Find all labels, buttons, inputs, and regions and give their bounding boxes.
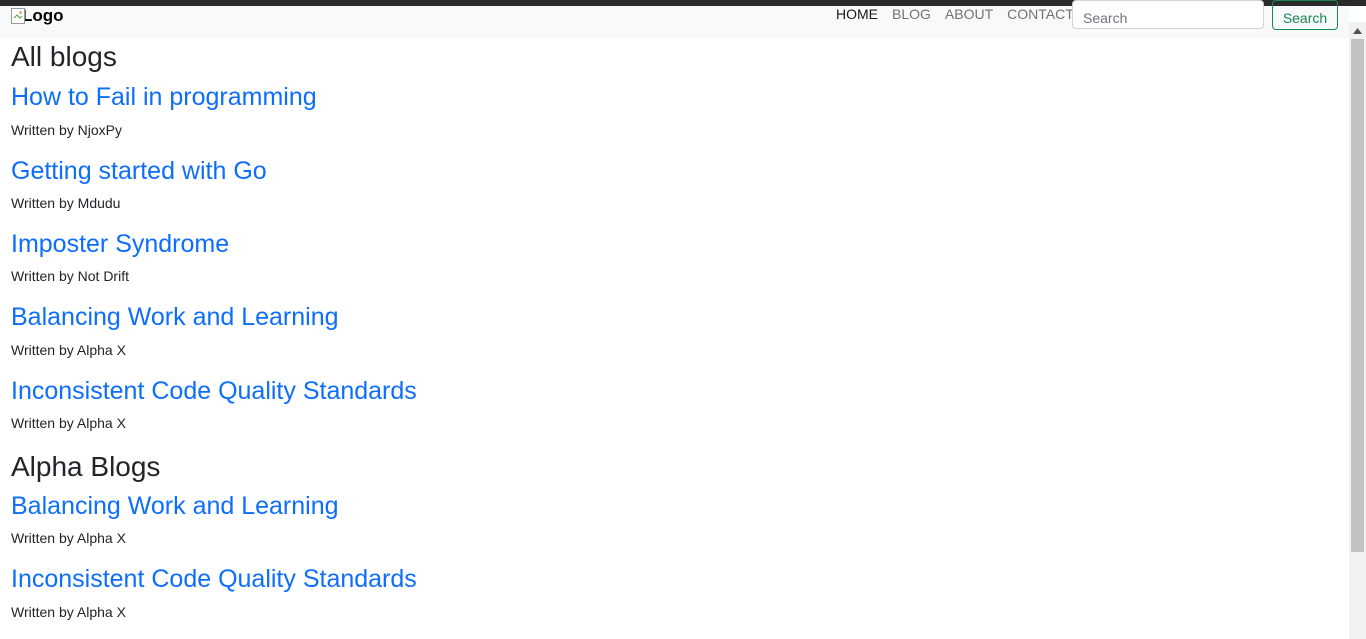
- post-author: Written by Alpha X: [11, 342, 126, 358]
- post-author: Written by Mdudu: [11, 195, 121, 211]
- section-heading-alpha-blogs: Alpha Blogs: [11, 451, 161, 482]
- logo[interactable]: Logo: [11, 6, 64, 26]
- nav-link-about[interactable]: ABOUT: [945, 6, 993, 22]
- search-button[interactable]: Search: [1272, 0, 1338, 30]
- broken-image-icon: [11, 8, 25, 24]
- post-author: Written by Alpha X: [11, 530, 126, 546]
- search-input[interactable]: [1072, 0, 1264, 29]
- section-heading-all-blogs: All blogs: [11, 41, 117, 72]
- nav-link-home[interactable]: HOME: [836, 6, 878, 22]
- nav-links: HOME BLOG ABOUT CONTACT: [836, 6, 1088, 22]
- logo-alt-text: Logo: [22, 6, 64, 25]
- post-title-link[interactable]: Balancing Work and Learning: [11, 302, 339, 332]
- post-author: Written by Alpha X: [11, 415, 126, 431]
- post-author: Written by NjoxPy: [11, 122, 122, 138]
- post-title-link[interactable]: Imposter Syndrome: [11, 229, 229, 259]
- post-title-link[interactable]: Inconsistent Code Quality Standards: [11, 376, 417, 406]
- navbar: Logo HOME BLOG ABOUT CONTACT Search: [0, 0, 1349, 39]
- scroll-up-arrow-icon[interactable]: [1349, 22, 1366, 39]
- nav-link-contact[interactable]: CONTACT: [1007, 6, 1074, 22]
- post-title-link[interactable]: Balancing Work and Learning: [11, 491, 339, 521]
- nav-link-blog[interactable]: BLOG: [892, 6, 931, 22]
- scrollbar-thumb[interactable]: [1351, 39, 1364, 552]
- post-author: Written by Alpha X: [11, 604, 126, 620]
- post-title-link[interactable]: Inconsistent Code Quality Standards: [11, 564, 417, 594]
- post-title-link[interactable]: How to Fail in programming: [11, 82, 317, 112]
- post-title-link[interactable]: Getting started with Go: [11, 156, 267, 186]
- post-author: Written by Not Drift: [11, 268, 129, 284]
